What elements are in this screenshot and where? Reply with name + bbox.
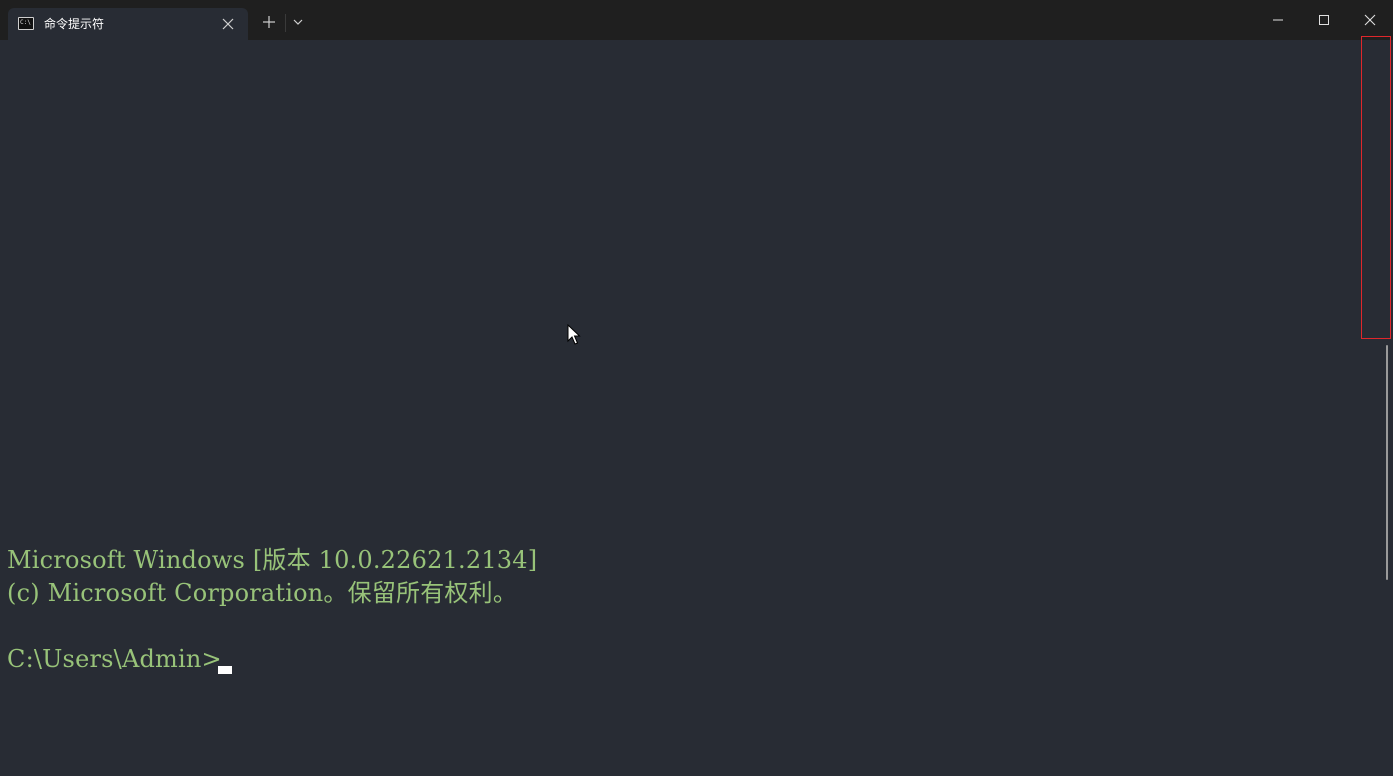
mouse-pointer-icon	[567, 324, 581, 345]
tab-title: 命令提示符	[44, 17, 105, 31]
minimize-icon	[1273, 19, 1283, 21]
minimize-button[interactable]	[1256, 0, 1302, 40]
terminal-window: C:\ 命令提示符 Microsoft Windows [版本 10.0.226…	[0, 0, 1393, 776]
close-icon	[1364, 14, 1376, 26]
copyright-line: (c) Microsoft Corporation。保留所有权利。	[7, 579, 518, 607]
scrollbar-thumb[interactable]	[1386, 345, 1388, 580]
toolbar-divider	[285, 14, 286, 32]
text-cursor	[218, 666, 232, 674]
close-icon	[222, 18, 234, 30]
close-tab-button[interactable]	[218, 14, 238, 34]
highlight-box	[1361, 36, 1391, 339]
chevron-down-icon	[293, 19, 303, 25]
maximize-icon	[1319, 15, 1329, 25]
maximize-button[interactable]	[1302, 0, 1348, 40]
title-bar[interactable]: C:\ 命令提示符	[0, 0, 1393, 40]
tab-command-prompt[interactable]: C:\ 命令提示符	[8, 8, 248, 40]
command-prompt-line[interactable]: C:\Users\Admin>	[7, 643, 222, 675]
version-line: Microsoft Windows [版本 10.0.22621.2134]	[7, 546, 538, 574]
plus-icon	[263, 16, 275, 28]
new-tab-button[interactable]	[258, 11, 280, 33]
tab-dropdown-button[interactable]	[289, 13, 307, 31]
terminal-output[interactable]: Microsoft Windows [版本 10.0.22621.2134] (…	[0, 36, 1393, 776]
cmd-icon: C:\	[18, 17, 34, 30]
close-window-button[interactable]	[1348, 0, 1393, 40]
